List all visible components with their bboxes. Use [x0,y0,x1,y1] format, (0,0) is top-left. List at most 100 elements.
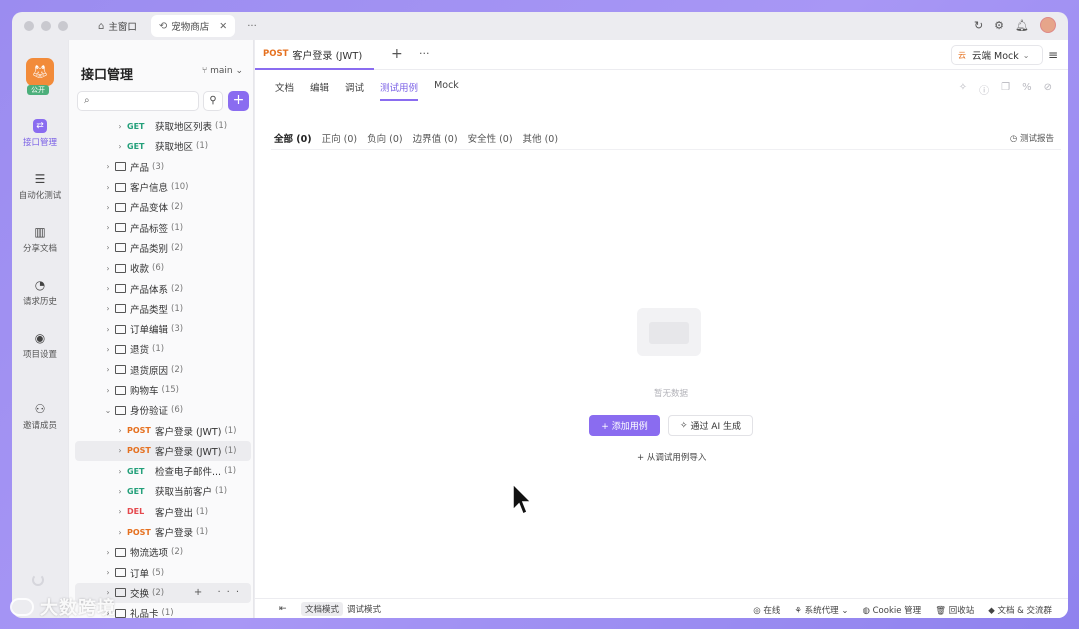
new-tab-button[interactable]: + [391,46,403,62]
filter-security[interactable]: 安全性 (0) [468,131,513,145]
chevron-right-icon[interactable]: › [103,345,113,354]
debug-mode-button[interactable]: 调试模式 [343,602,385,616]
more-icon[interactable]: ··· [419,47,430,60]
tree-endpoint[interactable]: › POST 客户登录 (JWT) (1) [75,420,251,440]
filter-other[interactable]: 其他 (0) [523,131,558,145]
row-actions[interactable]: + ··· [194,587,245,598]
tree-endpoint[interactable]: › GET 获取地区列表 (1) [75,116,251,136]
chevron-right-icon[interactable]: › [103,548,113,557]
bell-icon[interactable]: 🔔︎ [1015,19,1029,32]
proxy-selector[interactable]: ⚘ 系统代理 ⌄ [794,604,848,616]
tab-edit[interactable]: 编辑 [310,80,329,101]
more-icon[interactable]: ··· [247,21,257,32]
test-report-link[interactable]: ◷ 测试报告 [1010,132,1054,144]
disabled-icon[interactable]: ⊘ [1044,82,1052,97]
chevron-right-icon[interactable]: › [103,264,113,273]
rail-item-share-docs[interactable]: ▥ 分享文档 [12,225,68,254]
chevron-right-icon[interactable]: › [103,223,113,232]
refresh-icon[interactable]: ↻ [974,19,983,32]
online-status[interactable]: ◎ 在线 [753,604,780,616]
menu-icon[interactable]: ≡ [1048,48,1058,62]
tree-folder[interactable]: › 收款 (6) [75,258,251,278]
rail-item-invite[interactable]: ⚇ 邀请成员 [12,402,68,431]
chevron-right-icon[interactable]: › [115,142,125,151]
window-tab-project[interactable]: ⟲ 宠物商店 ✕ [150,15,236,37]
rail-item-settings[interactable]: ◉ 项目设置 [12,331,68,360]
add-case-button[interactable]: + 添加用例 [589,415,660,436]
chevron-right-icon[interactable]: › [115,528,125,537]
tree-folder[interactable]: › 产品变体 (2) [75,197,251,217]
chevron-right-icon[interactable]: › [103,203,113,212]
tree-folder[interactable]: › 产品标签 (1) [75,217,251,237]
tab-docs[interactable]: 文档 [275,80,294,101]
tree-folder[interactable]: › 退货 (1) [75,339,251,359]
info-icon[interactable]: ⓘ [979,82,989,97]
copy-icon[interactable]: ❐ [1001,82,1010,97]
magic-icon[interactable]: ✧ [959,82,967,97]
collapse-sidebar-icon[interactable]: ⇤ [279,604,287,614]
project-logo[interactable]: 🦊︎ [26,58,54,86]
tree-endpoint[interactable]: › GET 检查电子邮件... (1) [75,461,251,481]
cookie-manager[interactable]: ◍ Cookie 管理 [863,604,922,616]
close-window-button[interactable] [24,21,34,31]
chevron-right-icon[interactable]: › [103,304,113,313]
chevron-right-icon[interactable]: › [103,325,113,334]
chevron-right-icon[interactable]: › [103,386,113,395]
import-from-debug-link[interactable]: + 从调试用例导入 [637,451,706,463]
rail-item-automation[interactable]: ☰ 自动化测试 [12,172,68,201]
rail-item-api[interactable]: ⇄ 接口管理 [12,119,68,148]
avatar[interactable] [1040,17,1056,33]
percent-icon[interactable]: % [1022,82,1032,97]
tab-debug[interactable]: 调试 [345,80,364,101]
chevron-right-icon[interactable]: › [115,122,125,131]
gear-icon[interactable]: ⚙ [994,19,1004,32]
ai-generate-button[interactable]: ✧ 通过 AI 生成 [668,415,753,436]
tab-test-cases[interactable]: 测试用例 [380,80,419,101]
tab-mock[interactable]: Mock [434,80,459,101]
tree-endpoint[interactable]: › GET 获取地区 (1) [75,136,251,156]
tree-endpoint[interactable]: › GET 获取当前客户 (1) [75,481,251,501]
docs-community[interactable]: ◆ 文档 & 交流群 [988,604,1052,616]
tree-folder[interactable]: › 产品类别 (2) [75,238,251,258]
tree-folder[interactable]: › 订单编辑 (3) [75,319,251,339]
chevron-right-icon[interactable]: › [115,507,125,516]
chevron-right-icon[interactable]: › [103,162,113,171]
environment-selector[interactable]: 云 云端 Mock ⌄ [951,45,1043,65]
tree-folder[interactable]: ⌄ 身份验证 (6) [75,400,251,420]
chevron-right-icon[interactable]: › [115,426,125,435]
chevron-right-icon[interactable]: › [103,365,113,374]
window-tab-home[interactable]: ⌂ 主窗口 [90,15,145,37]
minimize-window-button[interactable] [41,21,51,31]
rail-item-history[interactable]: ◔ 请求历史 [12,278,68,307]
tree-folder[interactable]: › 产品体系 (2) [75,278,251,298]
chevron-right-icon[interactable]: › [115,487,125,496]
recycle-bin[interactable]: 🗑︎ 回收站 [935,604,974,616]
tree-folder[interactable]: › 退货原因 (2) [75,360,251,380]
filter-negative[interactable]: 负向 (0) [367,131,402,145]
tree-folder[interactable]: › 产品 (3) [75,157,251,177]
chevron-right-icon[interactable]: › [103,243,113,252]
tree-folder[interactable]: › 订单 (5) [75,563,251,583]
tree-endpoint[interactable]: › POST 客户登录 (JWT) (1) [75,440,251,462]
chevron-right-icon[interactable]: › [115,467,125,476]
tree-endpoint[interactable]: › DEL 客户登出 (1) [75,502,251,522]
maximize-window-button[interactable] [58,21,68,31]
tree-folder[interactable]: › 客户信息 (10) [75,177,251,197]
chevron-down-icon[interactable]: ⌄ [103,406,113,415]
filter-all[interactable]: 全部 (0) [274,131,312,145]
search-input[interactable] [96,94,192,108]
chevron-right-icon[interactable]: › [103,284,113,293]
doc-mode-button[interactable]: 文档模式 [301,602,344,616]
tree-endpoint[interactable]: › POST 客户登录 (1) [75,522,251,542]
chevron-right-icon[interactable]: › [103,183,113,192]
document-tab[interactable]: POST 客户登录 (JWT) [255,40,375,70]
branch-selector[interactable]: ⑂ main ⌄ [202,66,243,76]
tree-folder[interactable]: › 购物车 (15) [75,380,251,400]
tree-folder[interactable]: › 产品类型 (1) [75,299,251,319]
filter-positive[interactable]: 正向 (0) [322,131,357,145]
filter-button[interactable]: ⚲ [203,91,223,111]
chevron-right-icon[interactable]: › [115,446,125,455]
filter-boundary[interactable]: 边界值 (0) [413,131,458,145]
tree-folder[interactable]: › 物流选项 (2) [75,542,251,562]
add-button[interactable]: + [228,91,249,111]
